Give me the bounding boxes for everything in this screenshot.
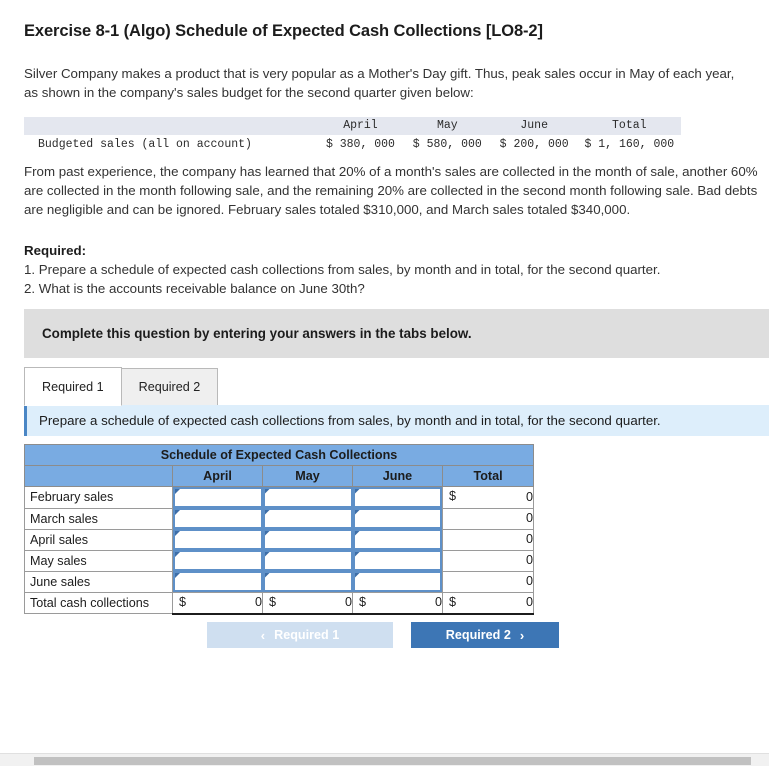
- budgeted-sales-table: April May June Total Budgeted sales (all…: [24, 117, 681, 154]
- output-april-total-value: 0: [526, 532, 534, 546]
- budget-header-total: Total: [612, 119, 647, 132]
- instruction-bar-text: Complete this question by entering your …: [42, 326, 472, 341]
- input-june-may[interactable]: [262, 571, 353, 592]
- budget-value-may: $ 580, 000: [412, 138, 482, 151]
- schedule-header-june: June: [352, 465, 443, 487]
- budget-header-blank: [24, 117, 317, 135]
- chevron-left-icon: ‹: [260, 627, 266, 643]
- schedule-header-april: April: [172, 465, 263, 487]
- output-june-total-value: 0: [526, 574, 534, 589]
- output-april-total: 0: [441, 528, 535, 551]
- input-march-april[interactable]: [173, 508, 263, 529]
- prompt-bar: Prepare a schedule of expected cash coll…: [24, 405, 769, 436]
- output-june-total: 0: [441, 570, 535, 593]
- budget-value-june: $ 200, 000: [499, 138, 569, 151]
- row-label-june-sales: June sales: [24, 570, 173, 593]
- input-april-april[interactable]: [173, 529, 263, 550]
- output-total-april-value: 0: [254, 595, 262, 610]
- output-may-total-value: 0: [526, 553, 534, 567]
- budget-header-april: April: [343, 119, 378, 132]
- row-label-february-sales: February sales: [24, 486, 173, 509]
- table-row: March sales 0: [24, 507, 535, 530]
- output-total-june: $ 0: [352, 592, 443, 615]
- currency-symbol: $: [359, 595, 367, 609]
- input-june-june[interactable]: [352, 571, 442, 592]
- required-block: Required: 1. Prepare a schedule of expec…: [24, 241, 744, 298]
- currency-symbol: $: [179, 595, 187, 609]
- row-label-april-sales: April sales: [24, 528, 173, 551]
- body-paragraph: From past experience, the company has le…: [24, 164, 758, 217]
- output-total-may-value: 0: [344, 595, 352, 610]
- output-march-total: 0: [441, 507, 535, 530]
- chevron-right-icon: ›: [519, 627, 525, 643]
- budget-header-may: May: [436, 119, 458, 132]
- table-row: February sales $ 0: [24, 486, 535, 509]
- budget-value-total: $ 1, 160, 000: [584, 138, 675, 151]
- output-february-total-value: 0: [526, 489, 534, 504]
- prev-required-1-button[interactable]: ‹ Required 1: [207, 622, 393, 648]
- page-title: Exercise 8-1 (Algo) Schedule of Expected…: [24, 22, 543, 40]
- horizontal-scrollbar[interactable]: [0, 753, 769, 766]
- budget-data-row: Budgeted sales (all on account) $ 380, 0…: [24, 135, 681, 154]
- output-total-may: $ 0: [262, 592, 353, 615]
- next-required-2-button[interactable]: Required 2 ›: [411, 622, 559, 648]
- input-april-june[interactable]: [352, 529, 442, 550]
- output-total-june-value: 0: [434, 595, 442, 610]
- required-item-2: 2. What is the accounts receivable balan…: [24, 281, 365, 296]
- row-label-total-cash-collections: Total cash collections: [24, 592, 173, 614]
- schedule-title-row: Schedule of Expected Cash Collections: [23, 444, 535, 466]
- output-total-total: $ 0: [441, 592, 535, 615]
- input-february-april[interactable]: [173, 487, 263, 508]
- input-may-april[interactable]: [173, 550, 263, 571]
- prompt-text: Prepare a schedule of expected cash coll…: [39, 413, 661, 428]
- currency-symbol: $: [449, 489, 457, 503]
- prev-button-label: Required 1: [274, 628, 340, 642]
- input-may-june[interactable]: [352, 550, 442, 571]
- tab-required-1[interactable]: Required 1: [24, 367, 122, 406]
- input-june-april[interactable]: [173, 571, 263, 592]
- table-row: May sales 0: [24, 549, 535, 572]
- input-february-june[interactable]: [352, 487, 442, 508]
- output-may-total: 0: [441, 549, 535, 572]
- currency-symbol: $: [449, 595, 457, 609]
- table-row: April sales 0: [24, 528, 535, 551]
- currency-symbol: $: [269, 595, 277, 609]
- required-heading: Required:: [24, 243, 87, 258]
- tab-required-2[interactable]: Required 2: [120, 368, 219, 406]
- schedule-header-blank: [24, 465, 173, 487]
- tab-required-2-label: Required 2: [138, 380, 201, 394]
- budget-header-june: June: [520, 119, 548, 132]
- input-march-may[interactable]: [262, 508, 353, 529]
- schedule-header-row: April May June Total: [24, 465, 535, 487]
- required-item-1: 1. Prepare a schedule of expected cash c…: [24, 262, 661, 277]
- cash-collections-grid: Schedule of Expected Cash Collections Ap…: [23, 444, 535, 615]
- output-total-april: $ 0: [172, 592, 263, 615]
- table-row: June sales 0: [24, 570, 535, 593]
- table-row-total: Total cash collections $ 0 $ 0 $ 0 $ 0: [24, 592, 535, 615]
- schedule-title: Schedule of Expected Cash Collections: [23, 444, 535, 466]
- intro-paragraph: Silver Company makes a product that is v…: [24, 66, 735, 100]
- tab-bar: Required 1 Required 2: [24, 366, 219, 406]
- budget-row-label: Budgeted sales (all on account): [38, 138, 252, 151]
- tab-required-1-label: Required 1: [42, 379, 104, 394]
- row-label-may-sales: May sales: [24, 549, 173, 572]
- row-label-march-sales: March sales: [24, 507, 173, 530]
- output-total-total-value: 0: [526, 595, 534, 610]
- input-february-may[interactable]: [262, 487, 353, 508]
- instruction-bar: Complete this question by entering your …: [24, 309, 769, 358]
- budget-value-april: $ 380, 000: [325, 138, 395, 151]
- output-march-total-value: 0: [526, 511, 534, 525]
- exercise-page: Exercise 8-1 (Algo) Schedule of Expected…: [0, 0, 769, 766]
- input-april-may[interactable]: [262, 529, 353, 550]
- output-february-total: $ 0: [441, 486, 535, 509]
- next-button-label: Required 2: [445, 628, 511, 642]
- budget-header-row: April May June Total: [24, 117, 681, 135]
- schedule-header-total: Total: [441, 465, 535, 487]
- schedule-header-may: May: [262, 465, 353, 487]
- input-march-june[interactable]: [352, 508, 442, 529]
- horizontal-scrollbar-thumb[interactable]: [34, 757, 751, 765]
- input-may-may[interactable]: [262, 550, 353, 571]
- navigation-buttons: ‹ Required 1 Required 2 ›: [207, 622, 559, 648]
